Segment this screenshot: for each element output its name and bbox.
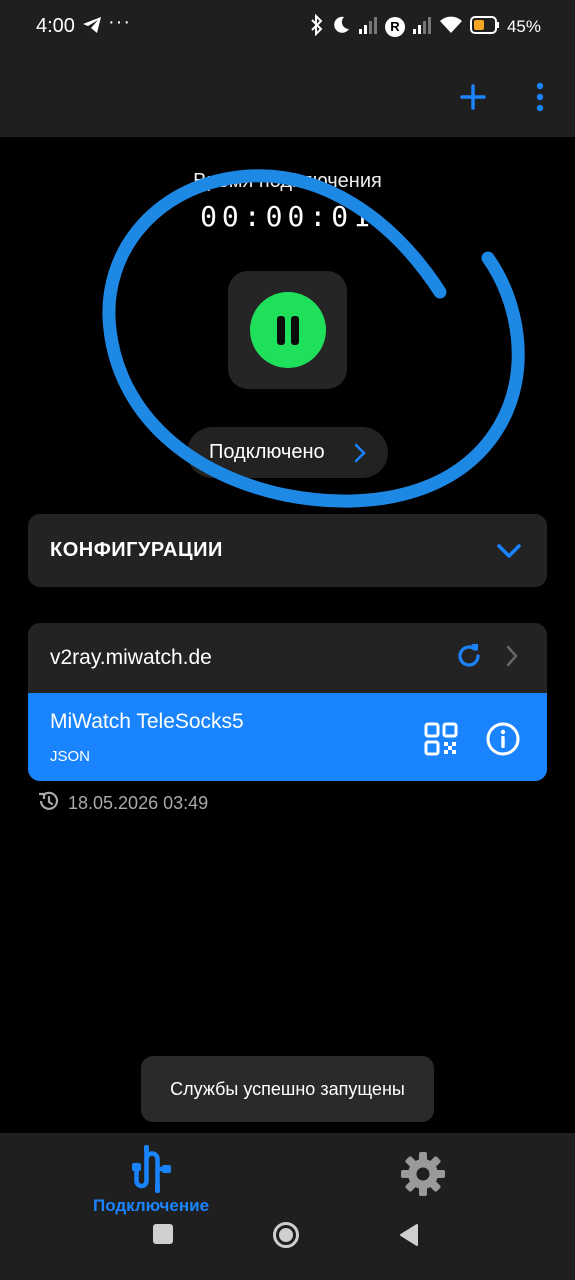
subscription-updated-time: 18.05.2026 03:49: [68, 792, 209, 813]
add-button[interactable]: [457, 81, 489, 113]
status-time: 4:00: [36, 15, 75, 37]
settings-icon: [398, 1152, 448, 1203]
chevron-right-icon: [354, 443, 366, 468]
connection-toggle-button[interactable]: [250, 292, 326, 368]
wifi-icon: [439, 15, 463, 40]
more-menu-button[interactable]: [530, 80, 550, 114]
add-icon: [457, 84, 489, 117]
telegram-icon: [82, 16, 102, 39]
subscription-header[interactable]: v2ray.miwatch.de: [28, 623, 547, 693]
status-icons: R 45%: [310, 13, 541, 41]
recent-apps-button[interactable]: [153, 1224, 173, 1244]
battery-icon: [469, 15, 500, 39]
battery-percent: 45%: [506, 17, 541, 36]
nav-settings-tab[interactable]: [398, 1149, 448, 1199]
qr-code-icon[interactable]: [424, 722, 458, 756]
top-bar: 4:00 ··· R 45%: [0, 0, 575, 137]
connection-status-label: Подключено: [209, 441, 325, 463]
nav-connection-tab[interactable]: Подключение: [80, 1145, 222, 1219]
home-button[interactable]: [272, 1221, 300, 1249]
notification-dots: ···: [108, 11, 131, 33]
subscription-updated-row: 18.05.2026 03:49: [36, 790, 208, 816]
configurations-title: КОНФИГУРАЦИИ: [50, 539, 223, 561]
toast-message: Службы успешно запущены: [141, 1056, 434, 1122]
connection-timer: 00:00:01: [200, 200, 375, 233]
subscription-card: v2ray.miwatch.de MiWatch TeleSocks5 JSON: [28, 623, 547, 781]
status-bar: 4:00 ··· R 45%: [0, 0, 575, 56]
more-vert-icon: [530, 82, 550, 118]
connection-toggle-card: [228, 271, 347, 389]
info-icon[interactable]: [485, 721, 521, 757]
moon-icon: [331, 15, 351, 40]
chevron-down-icon: [496, 541, 522, 566]
subscription-name: v2ray.miwatch.de: [50, 646, 212, 669]
profile-name: MiWatch TeleSocks5: [50, 710, 244, 733]
connection-icon: [130, 1145, 172, 1198]
history-icon: [36, 789, 60, 818]
r-badge: R: [384, 17, 405, 37]
configurations-card[interactable]: КОНФИГУРАЦИИ: [28, 514, 547, 587]
profile-type: JSON: [50, 748, 91, 765]
connection-status-button[interactable]: Подключено: [187, 427, 388, 478]
signal-icon: [412, 15, 432, 40]
chevron-right-icon: [505, 644, 519, 673]
nav-connection-label: Подключение: [92, 1196, 210, 1215]
refresh-icon[interactable]: [453, 640, 485, 672]
profile-item[interactable]: MiWatch TeleSocks5 JSON: [28, 693, 547, 781]
connection-time-label: Время подключения: [193, 170, 382, 192]
signal-icon: [358, 15, 378, 40]
bottom-navigation: Подключение: [0, 1133, 575, 1280]
bluetooth-icon: [310, 13, 324, 41]
back-button[interactable]: [399, 1223, 419, 1247]
